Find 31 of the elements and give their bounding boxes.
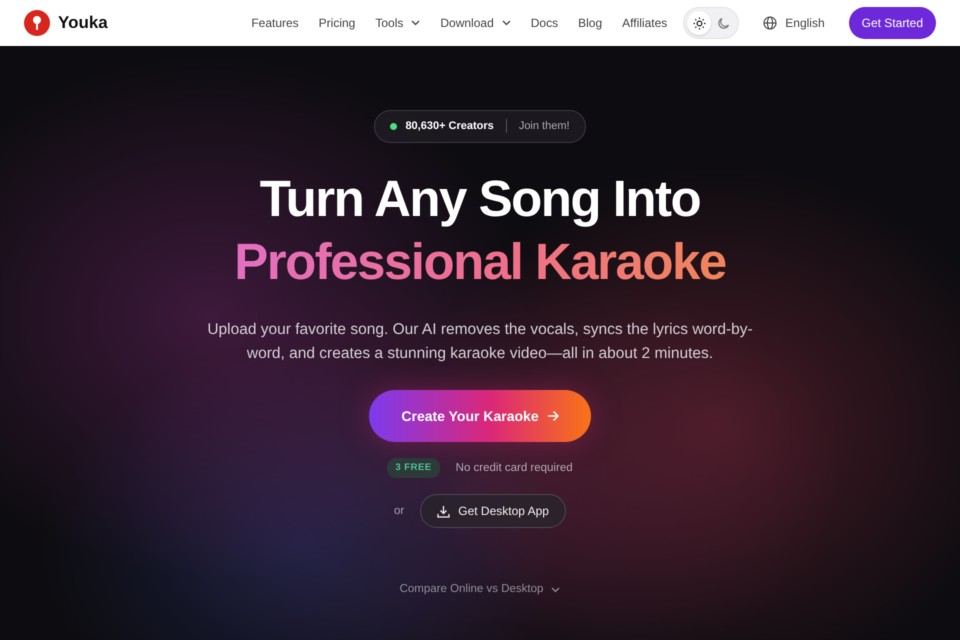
creators-count: 80,630+ Creators — [405, 119, 494, 134]
create-karaoke-button[interactable]: Create Your Karaoke — [369, 390, 591, 442]
nav-link[interactable]: Blog — [578, 14, 602, 32]
chevron-down-icon — [411, 20, 420, 26]
hero-title: Turn Any Song Into — [260, 168, 700, 229]
chevron-down-icon — [502, 20, 511, 26]
light-mode-button[interactable] — [687, 11, 712, 35]
download-icon — [437, 504, 450, 518]
nav-link[interactable]: Affiliates — [622, 14, 668, 32]
nav-link[interactable]: Features — [251, 14, 299, 32]
free-tag: 3 FREE — [387, 458, 440, 478]
nav-link[interactable]: Docs — [530, 14, 558, 32]
nav-dropdown[interactable]: Tools — [375, 14, 420, 32]
desktop-app-button[interactable]: Get Desktop App — [420, 494, 566, 528]
theme-toggle[interactable] — [683, 7, 740, 39]
logo-icon — [24, 10, 50, 36]
chevron-down-icon — [551, 586, 560, 593]
nav-dropdown[interactable]: Download — [440, 14, 511, 32]
free-note: No credit card required — [456, 460, 573, 476]
join-link[interactable]: Join them! — [518, 118, 570, 134]
hero-subtitle: Upload your favorite song. Our AI removes the vocals, syncs the lyrics word-by-word, and creates a stunning karaoke video—all in about 2 minutes. — [206, 320, 754, 364]
moon-icon — [716, 16, 730, 30]
get-started-button[interactable]: Get Started — [848, 7, 936, 39]
brand-name: Youka — [58, 12, 108, 34]
sun-icon — [692, 16, 706, 30]
compare-toggle[interactable]: Compare Online vs Desktop — [394, 580, 566, 600]
globe-icon — [763, 16, 778, 30]
arrow-right-icon — [546, 410, 559, 422]
language-selector[interactable]: English — [763, 14, 825, 32]
nav-link[interactable]: Pricing — [318, 14, 356, 32]
or-label: or — [394, 504, 404, 519]
